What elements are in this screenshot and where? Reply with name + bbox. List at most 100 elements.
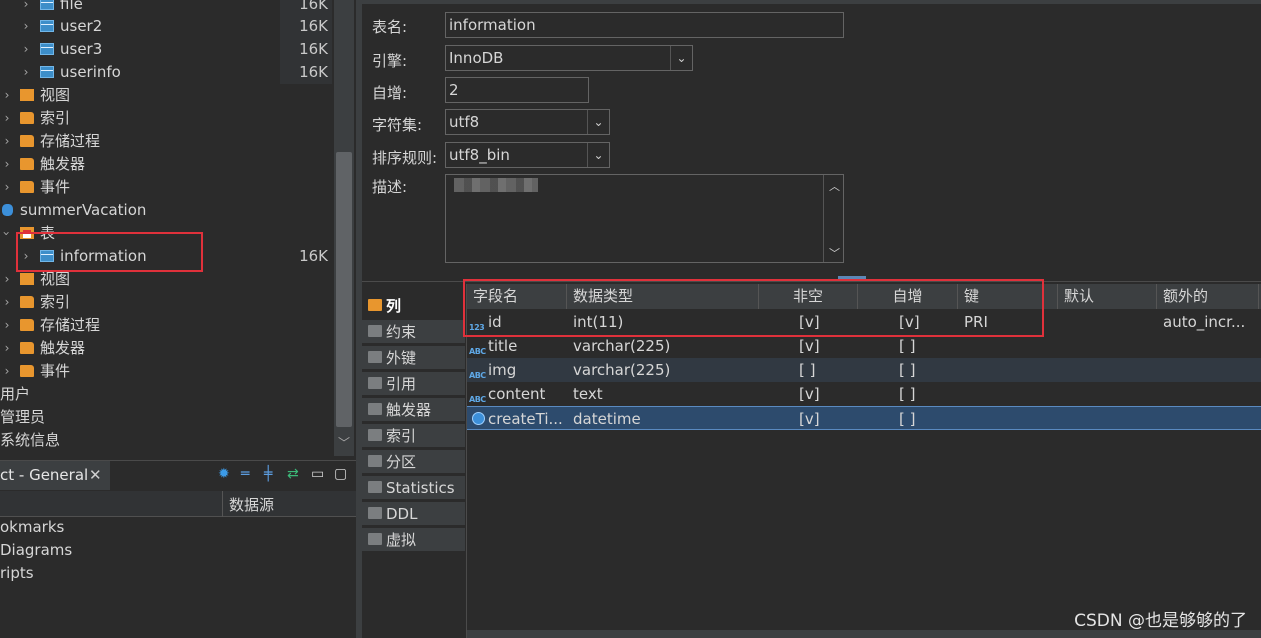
cell-not-null[interactable]: [v] (799, 382, 820, 406)
tree-item-events[interactable]: › 事件 (0, 176, 332, 199)
cell-key[interactable]: PRI (964, 310, 988, 334)
tree-item-indexes[interactable]: › 索引 (0, 291, 332, 314)
close-icon[interactable]: ✕ (89, 461, 102, 490)
engine-select[interactable]: InnoDB ⌄ (445, 45, 693, 71)
cell-auto-increment[interactable]: [ ] (899, 407, 915, 431)
scroll-down-icon[interactable]: ﹀ (829, 245, 840, 261)
table-name-field[interactable]: information (445, 12, 844, 38)
header-auto-increment[interactable]: 自增 (858, 284, 958, 309)
tab-ddl[interactable]: DDL (362, 502, 465, 526)
cell-extra[interactable]: auto_incr... (1163, 310, 1255, 334)
chevron-down-icon[interactable]: ⌄ (587, 110, 609, 134)
project-item-diagrams[interactable]: Diagrams (0, 539, 72, 562)
tree-item-database[interactable]: summerVacation (0, 199, 332, 222)
cell-not-null[interactable]: [v] (799, 334, 820, 358)
charset-select[interactable]: utf8 ⌄ (445, 109, 610, 135)
header-extra[interactable]: 额外的 (1157, 284, 1259, 309)
expand-arrow-icon[interactable]: › (20, 15, 32, 38)
cell-not-null[interactable]: [v] (799, 310, 820, 334)
splitter-grip[interactable] (838, 276, 866, 279)
table-row-selected[interactable]: createTi... datetime [v] [ ] (467, 406, 1261, 430)
grid-horizontal-scrollbar[interactable] (467, 630, 1261, 638)
tab-columns[interactable]: 列 (362, 294, 465, 318)
cell-not-null[interactable]: [v] (799, 407, 820, 431)
header-column-name[interactable]: 字段名 (467, 284, 567, 309)
tree-item-triggers[interactable]: › 触发器 (0, 337, 332, 360)
project-tab[interactable]: ct - General ✕ (0, 461, 110, 490)
cell-auto-increment[interactable]: [v] (899, 310, 920, 334)
expand-arrow-icon[interactable]: › (20, 61, 32, 84)
tab-partitions[interactable]: 分区 (362, 450, 465, 474)
minimize-icon[interactable]: ▭ (311, 466, 324, 482)
project-item-scripts[interactable]: ripts (0, 562, 34, 585)
cell-auto-increment[interactable]: [ ] (899, 334, 915, 358)
scrollbar-thumb[interactable] (336, 152, 352, 427)
tree-item-information[interactable]: › information 16K (0, 245, 332, 268)
tree-item-users[interactable]: 用户 (0, 383, 332, 406)
expand-arrow-icon[interactable]: › (1, 337, 13, 360)
tab-indexes[interactable]: 索引 (362, 424, 465, 448)
cell-name[interactable]: id (488, 310, 502, 334)
tab-triggers[interactable]: 触发器 (362, 398, 465, 422)
tree-item-views[interactable]: › 视图 (0, 84, 332, 107)
cell-type[interactable]: text (573, 382, 603, 406)
scroll-down-icon[interactable]: ﹀ (338, 434, 350, 451)
tree-item-views[interactable]: › 视图 (0, 268, 332, 291)
tree-item-system-info[interactable]: 系统信息 (0, 429, 332, 452)
cell-name[interactable]: img (488, 358, 516, 382)
expand-arrow-icon[interactable]: › (1, 268, 13, 291)
tab-virtual[interactable]: 虚拟 (362, 528, 465, 552)
expand-arrow-icon[interactable]: › (1, 84, 13, 107)
tab-constraints[interactable]: 约束 (362, 320, 465, 344)
expand-all-icon[interactable]: ╪ (264, 466, 272, 482)
header-key[interactable]: 键 (958, 284, 1058, 309)
cell-type[interactable]: datetime (573, 407, 641, 431)
expand-arrow-icon[interactable]: › (20, 245, 32, 268)
column-divider[interactable] (222, 491, 223, 517)
tab-foreign-keys[interactable]: 外键 (362, 346, 465, 370)
expand-arrow-icon[interactable]: › (1, 176, 13, 199)
expand-arrow-icon[interactable]: › (20, 0, 32, 16)
expand-arrow-icon[interactable]: › (1, 130, 13, 153)
tree-item-user3[interactable]: › user3 16K (0, 38, 332, 61)
header-default[interactable]: 默认 (1058, 284, 1157, 309)
tree-item-userinfo[interactable]: › userinfo 16K (0, 61, 332, 84)
tree-item-procedures[interactable]: › 存储过程 (0, 314, 332, 337)
table-row[interactable]: 123 id int(11) [v] [v] PRI auto_incr... (467, 310, 1261, 334)
expand-arrow-icon[interactable]: › (1, 360, 13, 383)
tree-item-procedures[interactable]: › 存储过程 (0, 130, 332, 153)
header-data-type[interactable]: 数据类型 (567, 284, 759, 309)
cell-type[interactable]: int(11) (573, 310, 623, 334)
horizontal-splitter[interactable] (362, 272, 1261, 282)
cell-name[interactable]: content (488, 382, 545, 406)
collapse-arrow-icon[interactable]: › (0, 228, 18, 240)
description-textarea[interactable]: ︿ ﹀ (445, 174, 844, 263)
table-row[interactable]: ABC img varchar(225) [ ] [ ] (467, 358, 1261, 382)
auto-increment-field[interactable]: 2 (445, 77, 589, 103)
cell-auto-increment[interactable]: [ ] (899, 358, 915, 382)
tree-item-tables[interactable]: › 表 (0, 222, 332, 245)
link-editor-icon[interactable]: ⇄ (287, 466, 299, 482)
expand-arrow-icon[interactable]: › (20, 38, 32, 61)
description-scrollbar[interactable]: ︿ ﹀ (823, 175, 843, 262)
table-row[interactable]: ABC content text [v] [ ] (467, 382, 1261, 406)
cell-name[interactable]: title (488, 334, 517, 358)
tree-item-file[interactable]: › file 16K (0, 0, 332, 16)
tree-item-events[interactable]: › 事件 (0, 360, 332, 383)
gear-icon[interactable]: ✹ (218, 466, 230, 482)
collapse-all-icon[interactable]: ═ (241, 466, 249, 482)
scroll-up-icon[interactable]: ︿ (829, 178, 840, 194)
tab-references[interactable]: 引用 (362, 372, 465, 396)
chevron-down-icon[interactable]: ⌄ (587, 143, 609, 167)
tree-item-triggers[interactable]: › 触发器 (0, 153, 332, 176)
cell-not-null[interactable]: [ ] (799, 358, 815, 382)
cell-type[interactable]: varchar(225) (573, 358, 670, 382)
chevron-down-icon[interactable]: ⌄ (670, 46, 692, 70)
expand-arrow-icon[interactable]: › (1, 107, 13, 130)
navigator-scrollbar[interactable]: ﹀ (334, 0, 354, 456)
datasource-column-header[interactable]: 数据源 (229, 494, 274, 515)
cell-name[interactable]: createTi... (488, 407, 568, 431)
tree-item-user2[interactable]: › user2 16K (0, 15, 332, 38)
tree-item-admins[interactable]: 管理员 (0, 406, 332, 429)
maximize-icon[interactable]: ▢ (334, 466, 347, 482)
